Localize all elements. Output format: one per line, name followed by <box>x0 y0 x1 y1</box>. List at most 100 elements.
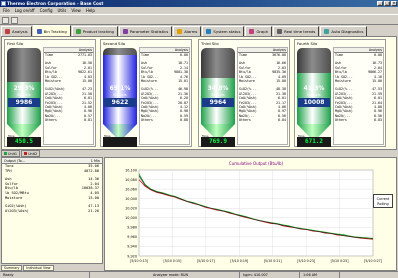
analysis-row: Others 0.84 <box>239 118 286 123</box>
tab-icon <box>5 29 10 34</box>
bushels-value: 10008 <box>298 98 330 107</box>
silo-panel: Second Silo 65.1% Bushels 9622 Tons Analysis T… <box>100 39 192 147</box>
silo-tank[interactable]: 29.3% Bushels 9986 Tons 450.5 <box>7 48 41 147</box>
silo-area: First Silo 29.3% Bushels 9986 Tons 450.5 Analy… <box>1 36 397 150</box>
menu-help[interactable]: Help <box>86 7 95 14</box>
unit2-icon <box>24 152 28 155</box>
tab-real-time-trends[interactable]: Real time trends <box>273 26 320 36</box>
x-tick-label: [5/10 0:27] <box>364 259 382 263</box>
tab-unit2[interactable]: Unit2 <box>21 150 41 157</box>
bushels-value: 9964 <box>202 98 234 107</box>
silo-fill-percent: 29.3% <box>13 85 35 92</box>
analysis-row: Others 0.83 <box>335 118 382 123</box>
x-tick-label: [5/10 0:21] <box>264 259 282 263</box>
silo-analysis-table: Analysis Time 0.00 Ash 16.73 Sulfur 2.04 Btu/lb… <box>333 47 384 145</box>
silo-name: Second Silo <box>103 41 126 46</box>
output-header-interval[interactable]: 1 Min <box>91 158 100 163</box>
y-tick-label: 9,980 <box>127 226 137 230</box>
analysis-row: Others 0.81 <box>45 118 92 123</box>
tab-icon <box>122 29 128 34</box>
menu-bar: File Log on/off Config Utils View Help <box>0 7 398 14</box>
minimize-button[interactable]: _ <box>377 1 383 6</box>
y-tick-label: 10,000 <box>125 216 137 220</box>
bushels-value: 9622 <box>104 98 136 107</box>
tab-icon <box>36 28 42 34</box>
menu-utils[interactable]: Utils <box>58 7 67 14</box>
unit-tabs: Unit1 Unit2 <box>1 150 396 157</box>
tab-alarms[interactable]: Alarms <box>173 26 202 36</box>
y-tick-label: 10,020 <box>125 207 137 211</box>
menu-config[interactable]: Config <box>40 7 53 14</box>
close-button[interactable]: × <box>391 1 397 6</box>
chart-svg: Cumulative Output (Btu/lb) 10,100 10,080 10… <box>125 161 382 263</box>
tab-graph[interactable]: Graph <box>245 26 273 36</box>
main-tabs: Analysis Bin Tracking Product tracking Para… <box>0 25 398 36</box>
app-icon <box>1 1 6 6</box>
output-header-label: Output (To... <box>4 159 25 163</box>
menu-view[interactable]: View <box>71 7 81 14</box>
bushels-label: Bushels <box>211 93 225 97</box>
toolbar <box>0 14 398 25</box>
status-analyzer-mode: Analyzer mode: RUN <box>150 272 240 278</box>
menu-logon[interactable]: Log on/off <box>15 7 35 14</box>
chart-title: Cumulative Output (Btu/lb) <box>229 161 284 166</box>
silo-tank[interactable]: 41.3% Bushels 10008 Tons 671.2 <box>297 48 331 147</box>
output-row: Al2O3(%Ash) 21.26 <box>5 208 99 213</box>
tab-analysis[interactable]: Analysis <box>1 26 32 36</box>
status-bar: Ready Analyzer mode: RUN kg/m: 410.007 1… <box>0 271 398 278</box>
status-time: 1:06 AM <box>300 272 340 278</box>
silo-analysis-table: Analysis Time 2771.03 Ash 16.50 Sulfur 2.01 Btu… <box>43 47 94 145</box>
tons-value: 769.9 <box>201 137 235 147</box>
tons-value <box>103 137 137 147</box>
x-tick-label: [5/10 0:19] <box>230 259 248 263</box>
silo-analysis-table: Analysis Time 0.00 Ash 18.71 Sulfur 2.14 Btu/lb… <box>139 47 190 145</box>
tab-unit1[interactable]: Unit1 <box>1 150 21 157</box>
x-tick-label: [5/10 0:25] <box>331 259 349 263</box>
maximize-button[interactable]: □ <box>384 1 390 6</box>
silo-name: Fourth Silo <box>297 41 318 46</box>
x-tick-label: [5/10 0:13] <box>130 259 148 263</box>
tab-icon <box>324 29 330 34</box>
cumulative-output-chart: Cumulative Output (Btu/lb) 10,100 10,080 10… <box>104 157 397 271</box>
silo-name: Third Silo <box>201 41 219 46</box>
tons-value: 450.5 <box>7 137 41 147</box>
menu-file[interactable]: File <box>3 7 10 14</box>
bushels-label: Bushels <box>307 93 321 97</box>
silo-fill-percent: 41.3% <box>303 85 325 92</box>
output-panel: Output (To... 1 Min Tons 35.06 TPH 4072.88 A… <box>1 157 103 264</box>
title-bar: Thermo Electron Corporation - Base Cost … <box>0 0 398 7</box>
status-ready: Ready <box>0 272 90 278</box>
tab-icon <box>277 29 283 34</box>
tab-product-tracking[interactable]: Product tracking <box>71 26 118 36</box>
x-tick-label: [5/10 0:23] <box>297 259 315 263</box>
current-rolling-button[interactable]: Current Rolling <box>373 194 393 208</box>
silo-panel: Fourth Silo 41.3% Bushels 10008 Tons 671.2 Ana… <box>294 39 386 147</box>
tab-auto-diagnostics[interactable]: Auto Diagnostics <box>320 26 368 36</box>
y-tick-label: 10,040 <box>125 197 137 201</box>
silo-panel: First Silo 29.3% Bushels 9986 Tons 450.5 Analy… <box>4 39 96 147</box>
tab-bin-tracking[interactable]: Bin Tracking <box>32 25 71 36</box>
plot-area <box>138 169 374 257</box>
x-tick-label: [5/10 0:15] <box>164 259 182 263</box>
silo-analysis-table: Analysis Time 3676.00 Ash 16.66 Sulfur 2.03 Btu… <box>237 47 288 145</box>
toolbar-open-icon[interactable] <box>2 17 9 24</box>
tab-icon <box>75 29 81 34</box>
bushels-label: Bushels <box>17 93 31 97</box>
tab-icon <box>249 29 255 34</box>
toolbar-print-icon[interactable] <box>11 17 18 24</box>
silo-name: First Silo <box>7 41 24 46</box>
silo-fill-percent: 65.1% <box>109 85 131 92</box>
tab-parameter-statistics[interactable]: Parameter Statistics <box>118 26 173 36</box>
bushels-label: Bushels <box>113 93 127 97</box>
silo-tank[interactable]: 65.1% Bushels 9622 Tons <box>103 48 137 147</box>
unit1-icon <box>4 152 7 155</box>
silo-panel: Third Silo 34.8% Bushels 9964 Tons 769.9 Analy… <box>198 39 290 147</box>
silo-tank[interactable]: 34.8% Bushels 9964 Tons 769.9 <box>201 48 235 147</box>
tab-system-status[interactable]: System status <box>202 26 245 36</box>
y-tick-label: 10,100 <box>125 168 137 172</box>
y-tick-label: 10,080 <box>125 178 137 182</box>
status-kgm: kg/m: 410.007 <box>240 272 300 278</box>
tons-value: 671.2 <box>297 137 331 147</box>
x-tick-label: [5/10 0:17] <box>197 259 215 263</box>
window-title: Thermo Electron Corporation - Base Cost <box>7 1 104 6</box>
